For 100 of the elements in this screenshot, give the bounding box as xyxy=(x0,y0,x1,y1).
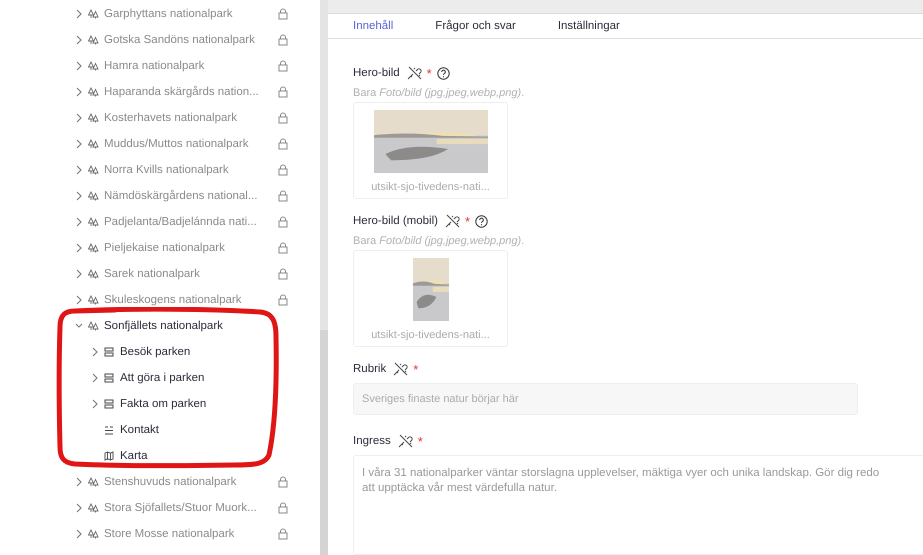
tree-item[interactable]: Norra Kvills nationalpark xyxy=(104,164,278,176)
trees-icon xyxy=(88,165,98,175)
field-hint: Bara Foto/bild (jpg,jpeg,webp,png). xyxy=(353,87,526,99)
unlink-icon[interactable] xyxy=(445,214,460,228)
chevron-right-icon[interactable] xyxy=(75,191,83,201)
tree-item[interactable]: Att göra i parken xyxy=(120,372,278,384)
lock-icon[interactable] xyxy=(278,34,288,46)
tree-item[interactable]: Sonfjällets nationalpark xyxy=(104,320,278,332)
chevron-right-icon[interactable] xyxy=(75,9,83,19)
required-mark: * xyxy=(465,214,470,228)
chevron-right-icon[interactable] xyxy=(75,243,83,253)
trees-icon xyxy=(88,191,98,201)
chevron-right-icon[interactable] xyxy=(75,113,83,123)
trees-icon xyxy=(88,243,98,253)
field-label: Rubrik xyxy=(353,363,386,375)
trees-icon xyxy=(88,61,98,71)
tab[interactable]: Inställningar xyxy=(558,20,620,32)
lock-icon[interactable] xyxy=(278,60,288,72)
text-lines-icon xyxy=(104,426,114,434)
lock-icon[interactable] xyxy=(278,138,288,150)
trees-icon xyxy=(88,139,98,149)
tree-item[interactable]: Pieljekaise nationalpark xyxy=(104,242,278,254)
chevron-right-icon[interactable] xyxy=(75,295,83,305)
tree-item[interactable]: Gotska Sandöns nationalpark xyxy=(104,34,278,46)
trees-icon xyxy=(88,503,98,513)
input-field[interactable]: Sveriges finaste natur börjar här xyxy=(353,383,858,415)
lock-icon[interactable] xyxy=(278,86,288,98)
trees-icon xyxy=(88,9,98,19)
layout-icon xyxy=(104,373,114,383)
tab[interactable]: Innehåll xyxy=(353,20,394,32)
tree-item[interactable]: Store Mosse nationalpark xyxy=(104,528,278,540)
lock-icon[interactable] xyxy=(278,294,288,306)
map-icon xyxy=(104,451,114,461)
tree-item[interactable]: Padjelanta/Badjelánnda nati... xyxy=(104,216,278,228)
lock-icon[interactable] xyxy=(278,216,288,228)
lock-icon[interactable] xyxy=(278,112,288,124)
required-mark: * xyxy=(426,66,432,80)
chevron-right-icon[interactable] xyxy=(75,529,83,539)
image-card[interactable]: utsikt-sjo-tivedens-nati... xyxy=(353,250,508,347)
field-label: Ingress xyxy=(353,435,391,447)
chevron-right-icon[interactable] xyxy=(75,139,83,149)
trees-icon xyxy=(88,217,98,227)
layout-icon xyxy=(104,399,114,409)
chevron-right-icon[interactable] xyxy=(75,61,83,71)
text-area[interactable]: I våra 31 nationalparker väntar storslagna upplevelser, mäktiga vyer och unika landskap. Gör dig redo att upptäcka vår mest värdefulla natur. xyxy=(353,455,923,555)
help-icon[interactable] xyxy=(436,66,450,80)
chevron-right-icon[interactable] xyxy=(75,217,83,227)
tree-item[interactable]: Kosterhavets nationalpark xyxy=(104,112,278,124)
file-name: utsikt-sjo-tivedens-nati... xyxy=(371,181,490,193)
tree-item[interactable]: Stenshuvuds nationalpark xyxy=(104,476,278,488)
tree-item[interactable]: Besök parken xyxy=(120,346,278,358)
trees-icon xyxy=(88,113,98,123)
chevron-right-icon[interactable] xyxy=(75,35,83,45)
chevron-right-icon[interactable] xyxy=(91,399,99,409)
required-mark: * xyxy=(418,434,423,448)
tree-item[interactable]: Haparanda skärgårds nation... xyxy=(104,86,278,98)
unlink-icon[interactable] xyxy=(406,66,422,80)
chevron-right-icon[interactable] xyxy=(75,165,83,175)
field-label: Hero-bild xyxy=(353,67,400,79)
trees-icon xyxy=(88,87,98,97)
image-card[interactable]: utsikt-sjo-tivedens-nati... xyxy=(353,102,508,199)
lock-icon[interactable] xyxy=(278,502,288,514)
lock-icon[interactable] xyxy=(278,242,288,254)
tree-item[interactable]: Kontakt xyxy=(120,424,278,436)
lock-icon[interactable] xyxy=(278,190,288,202)
chevron-right-icon[interactable] xyxy=(91,347,99,357)
tree-item[interactable]: Garphyttans nationalpark xyxy=(104,8,278,20)
unlink-icon[interactable] xyxy=(398,434,413,448)
required-mark: * xyxy=(413,362,418,376)
trees-icon xyxy=(88,35,98,45)
tree-item[interactable]: Muddus/Muttos nationalpark xyxy=(104,138,278,150)
lock-icon[interactable] xyxy=(278,164,288,176)
tree-item[interactable]: Nämdöskärgårdens national... xyxy=(104,190,278,202)
lock-icon[interactable] xyxy=(278,268,288,280)
file-name: utsikt-sjo-tivedens-nati... xyxy=(371,329,490,341)
trees-icon xyxy=(88,477,98,487)
layout-icon xyxy=(104,347,114,357)
tab[interactable]: Frågor och svar xyxy=(435,20,516,32)
tree-item[interactable]: Hamra nationalpark xyxy=(104,60,278,72)
tree-item[interactable]: Sarek nationalpark xyxy=(104,268,278,280)
lock-icon[interactable] xyxy=(278,528,288,540)
chevron-right-icon[interactable] xyxy=(75,269,83,279)
field-label: Hero-bild (mobil) xyxy=(353,215,438,227)
lock-icon[interactable] xyxy=(278,476,288,488)
unlink-icon[interactable] xyxy=(393,362,408,376)
chevron-right-icon[interactable] xyxy=(75,503,83,513)
lock-icon[interactable] xyxy=(278,8,288,20)
trees-icon xyxy=(88,529,98,539)
tree-item[interactable]: Skuleskogens nationalpark xyxy=(104,294,278,306)
trees-icon xyxy=(88,295,98,305)
tree-item[interactable]: Karta xyxy=(120,450,278,462)
scrollbar[interactable] xyxy=(320,330,328,555)
trees-icon xyxy=(88,321,98,331)
chevron-right-icon[interactable] xyxy=(75,87,83,97)
help-icon[interactable] xyxy=(475,214,488,228)
chevron-right-icon[interactable] xyxy=(91,373,99,383)
tree-item[interactable]: Fakta om parken xyxy=(120,398,278,410)
tree-item[interactable]: Stora Sjöfallets/Stuor Muork... xyxy=(104,502,278,514)
trees-icon xyxy=(88,269,98,279)
chevron-right-icon[interactable] xyxy=(75,477,83,487)
